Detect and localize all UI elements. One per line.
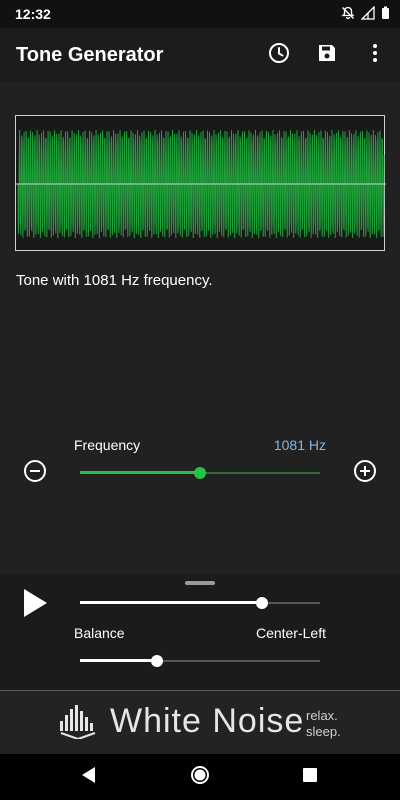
tone-description: Tone with 1081 Hz frequency. <box>16 272 213 289</box>
timer-icon <box>268 42 290 69</box>
nav-back-button[interactable] <box>76 765 100 789</box>
volume-slider-fill <box>80 601 263 604</box>
save-icon <box>317 43 337 68</box>
page-title: Tone Generator <box>16 44 164 66</box>
frequency-slider-fill <box>80 471 200 474</box>
more-options-icon <box>372 43 378 68</box>
frequency-slider-thumb[interactable] <box>194 467 206 479</box>
nav-recents-button[interactable] <box>298 765 322 789</box>
app-actions <box>262 40 392 70</box>
decrease-frequency-button[interactable] <box>20 458 50 488</box>
notifications-off-icon <box>341 6 355 25</box>
increase-frequency-button[interactable] <box>350 458 380 488</box>
waveform-preview <box>15 115 386 251</box>
ad-tagline-line2: sleep. <box>306 724 341 739</box>
balance-slider-thumb[interactable] <box>150 655 163 667</box>
navigation-bar <box>0 754 400 800</box>
timer-button[interactable] <box>262 40 296 70</box>
nav-home-button[interactable] <box>188 765 212 789</box>
balance-label: Balance <box>74 625 125 641</box>
save-button[interactable] <box>310 40 344 70</box>
playback-panel: Balance Center-Left <box>0 574 400 690</box>
home-icon <box>190 765 210 790</box>
balance-slider[interactable] <box>80 652 320 670</box>
minus-circle-icon <box>23 459 47 488</box>
volume-slider-thumb[interactable] <box>256 597 269 609</box>
more-options-button[interactable] <box>358 40 392 70</box>
play-button[interactable] <box>18 588 52 622</box>
drag-handle[interactable] <box>185 581 215 585</box>
play-icon <box>22 588 48 623</box>
frequency-control: Frequency 1081 Hz <box>0 430 400 500</box>
ad-banner[interactable]: White Noise relax. sleep. <box>0 690 400 754</box>
battery-icon <box>381 6 390 25</box>
frequency-label: Frequency <box>74 437 141 453</box>
status-icons <box>341 5 390 25</box>
app-bar: Tone Generator <box>0 28 400 82</box>
volume-slider[interactable] <box>80 594 320 612</box>
frequency-slider[interactable] <box>80 464 320 482</box>
balance-slider-fill <box>80 659 157 662</box>
back-icon <box>80 766 96 789</box>
ad-title: White Noise <box>110 702 305 740</box>
plus-circle-icon <box>353 459 377 488</box>
white-noise-logo-icon <box>58 705 98 744</box>
frequency-value: 1081 Hz <box>273 437 326 453</box>
ad-tagline: relax. sleep. <box>306 708 341 740</box>
status-bar: 12:32 <box>0 0 400 28</box>
signal-icon <box>360 5 375 25</box>
status-time: 12:32 <box>15 6 51 22</box>
balance-value: Center-Left <box>255 625 326 641</box>
ad-tagline-line1: relax. <box>306 708 338 723</box>
waveform-graphic <box>16 129 386 239</box>
recents-icon <box>302 767 318 788</box>
